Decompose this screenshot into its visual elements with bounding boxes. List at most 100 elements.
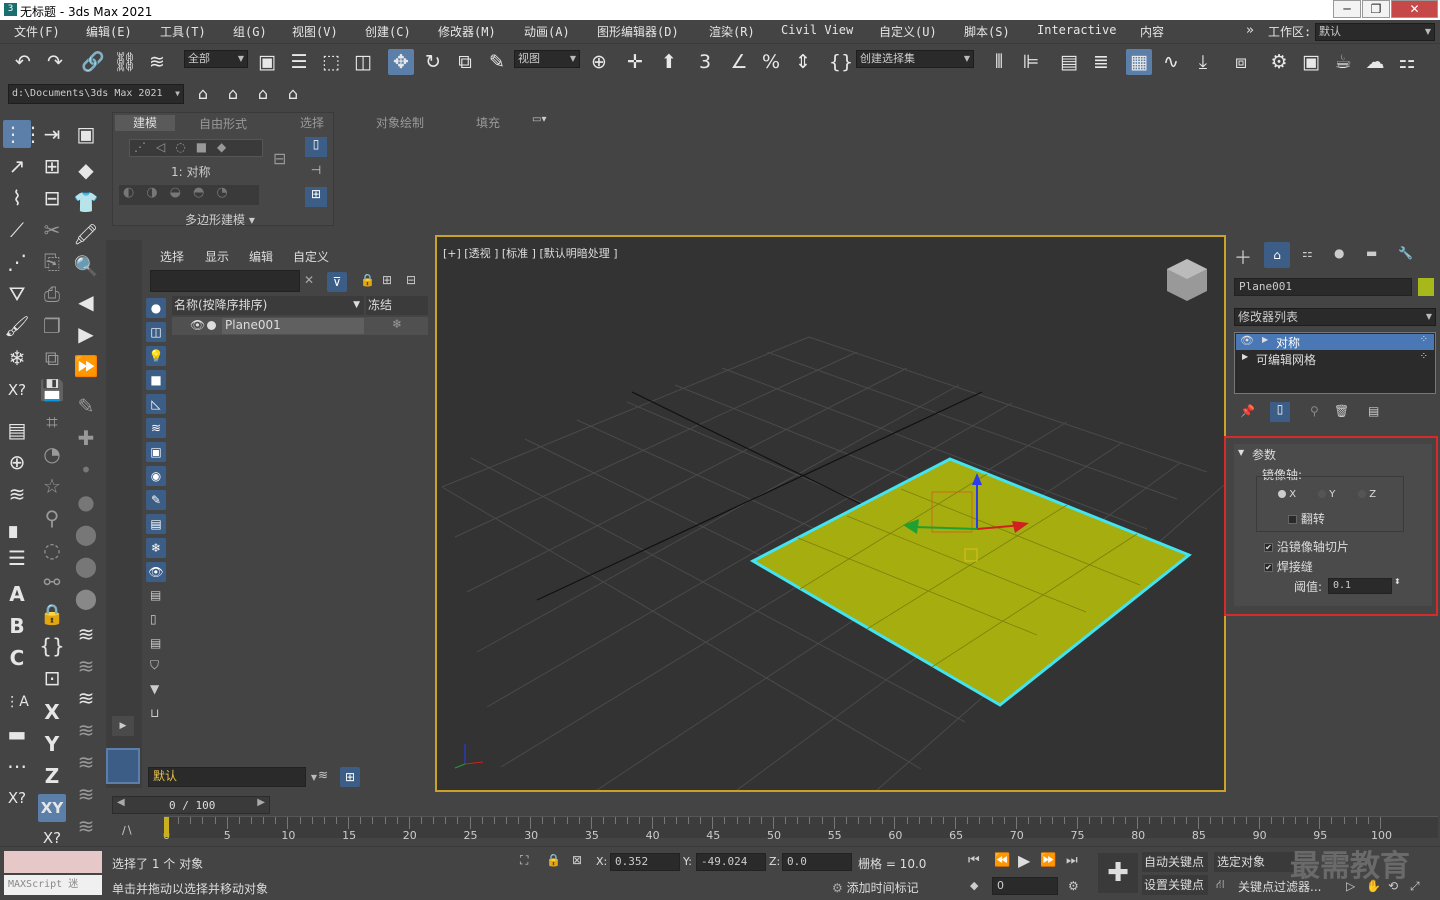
project-folder-icon[interactable]: ⌂ bbox=[190, 81, 216, 107]
select-and-place-icon[interactable]: ✎ bbox=[484, 49, 510, 75]
snowflake-icon[interactable]: ❄ bbox=[3, 344, 31, 372]
explorer-menu-select[interactable]: 选择 bbox=[160, 248, 184, 265]
go-to-start-icon[interactable]: ⏮ bbox=[968, 853, 980, 868]
copy-icon[interactable]: ⎘ bbox=[38, 248, 66, 276]
dotted-line-icon[interactable]: ⋯ bbox=[3, 752, 31, 780]
filter-bones-icon[interactable]: ✎ bbox=[146, 490, 166, 510]
rendered-frame-window-icon[interactable]: ▣ bbox=[1298, 49, 1324, 75]
plus-icon[interactable]: ✚ bbox=[72, 424, 100, 452]
connect-icon[interactable]: ⚯ bbox=[38, 568, 66, 596]
modify-tab-icon[interactable]: ⌂ bbox=[1264, 242, 1290, 268]
ribbon-tab-freeform[interactable]: 自由形式 bbox=[199, 115, 247, 132]
create-project-icon[interactable]: ⌂ bbox=[220, 81, 246, 107]
polygon-select-icon[interactable]: ⛛ bbox=[3, 280, 31, 308]
edge-select-icon[interactable]: ⟋ bbox=[3, 216, 31, 244]
menu-file[interactable]: 文件(F) bbox=[14, 23, 60, 40]
redo-icon[interactable]: ↷ bbox=[42, 49, 68, 75]
import-icon[interactable]: ⇥ bbox=[38, 120, 66, 148]
curve-editor-toggle-icon[interactable]: ∕∖ bbox=[122, 824, 133, 837]
filter-geometry-icon[interactable]: ● bbox=[146, 298, 166, 318]
stack-copy-icon[interactable]: ≋ bbox=[72, 780, 100, 808]
collapse-arrow-icon[interactable]: ▼ bbox=[1238, 448, 1244, 457]
snaps-toggle-icon[interactable]: 3 bbox=[692, 49, 718, 75]
render-cloud-icon[interactable]: ☁ bbox=[1362, 49, 1388, 75]
params-title[interactable]: 参数 bbox=[1252, 446, 1276, 463]
menu-interactive[interactable]: Interactive bbox=[1037, 23, 1116, 37]
axis-x-icon[interactable]: X bbox=[38, 698, 66, 726]
time-slider-prev-icon[interactable]: ◀ bbox=[117, 797, 125, 808]
paint-select-icon[interactable]: ↗ bbox=[3, 152, 31, 180]
layer-dropdown[interactable]: 默认 ▼ bbox=[148, 767, 317, 787]
menu-animation[interactable]: 动画(A) bbox=[524, 23, 570, 40]
pivot-center-icon[interactable]: ⊕ bbox=[586, 49, 612, 75]
orbit-icon[interactable]: ⟲ bbox=[1388, 879, 1398, 893]
display-tab-icon[interactable]: ▬ bbox=[1366, 246, 1377, 260]
select-icon[interactable]: ⋮⋮ bbox=[3, 120, 43, 148]
toggle-ribbon-icon[interactable]: ▦ bbox=[1126, 49, 1152, 75]
column-freeze-header[interactable]: 冻结 bbox=[366, 296, 428, 315]
modifier-options-icon[interactable]: ⁘ bbox=[1420, 351, 1428, 362]
stack-paste-icon[interactable]: ≋ bbox=[72, 812, 100, 840]
circle-large-icon[interactable]: ⬤ bbox=[72, 552, 100, 580]
auto-key-button[interactable]: 自动关键点 bbox=[1142, 852, 1208, 872]
render-explorer-icon[interactable]: ⚏ bbox=[1394, 49, 1420, 75]
menu-tools[interactable]: 工具(T) bbox=[160, 23, 206, 40]
hierarchy-tab-icon[interactable]: ⚏ bbox=[1302, 246, 1313, 260]
link-icon[interactable]: 🔗 bbox=[80, 49, 106, 75]
ribbon-panel-label[interactable]: 多边形建模 ▾ bbox=[185, 211, 255, 228]
filter-cameras-icon[interactable]: ■ bbox=[146, 370, 166, 390]
menu-group[interactable]: 组(G) bbox=[233, 23, 267, 40]
menu-graph-editors[interactable]: 图形编辑器(D) bbox=[597, 23, 679, 40]
create-tab-icon[interactable]: ＋ bbox=[1234, 244, 1252, 270]
expand-chevron-icon[interactable]: » bbox=[1246, 23, 1254, 38]
flip-checkbox[interactable]: 翻转 bbox=[1288, 510, 1325, 527]
window-crossing-icon[interactable]: ◫ bbox=[350, 49, 376, 75]
disc-icon[interactable]: ⬤ bbox=[72, 584, 100, 612]
filter-shapes-icon[interactable]: ◫ bbox=[146, 322, 166, 342]
unlink-icon[interactable]: ⛓ bbox=[112, 49, 138, 75]
next-frame-icon[interactable]: ⏩ bbox=[72, 352, 100, 380]
text-b-icon[interactable]: B bbox=[3, 612, 31, 640]
visibility-eye-icon[interactable]: 👁 bbox=[1240, 334, 1254, 347]
add-time-tag[interactable]: ⚙ 添加时间标记 bbox=[832, 879, 919, 896]
ribbon-tab-object-paint[interactable]: 对象绘制 bbox=[376, 114, 424, 131]
filter-containers-icon[interactable]: ▤ bbox=[146, 514, 166, 534]
ribbon-tab-modeling[interactable]: 建模 bbox=[115, 115, 175, 131]
slice-checkbox[interactable]: ✔ 沿镜像轴切片 bbox=[1264, 538, 1349, 555]
ribbon-grid-icon[interactable]: ⊞ bbox=[305, 187, 327, 207]
clear-search-icon[interactable]: ✕ bbox=[304, 273, 314, 287]
display-all-icon[interactable]: ▤ bbox=[150, 588, 161, 602]
keyboard-shortcut-override-icon[interactable]: ⬆ bbox=[656, 49, 682, 75]
stack-item-editable-mesh[interactable]: ▶ 可编辑网格 ⁘ bbox=[1236, 351, 1434, 367]
layer-stack-toggle-icon[interactable]: ≋ bbox=[318, 768, 328, 782]
weld-checkbox[interactable]: ✔ 焊接缝 bbox=[1264, 558, 1313, 575]
group-icon[interactable]: ⌗ bbox=[38, 408, 66, 436]
filter-lights-icon[interactable]: 💡 bbox=[146, 346, 166, 366]
axis-x-radio[interactable]: X bbox=[1278, 489, 1296, 500]
pin-stack-icon[interactable]: 📌 bbox=[1240, 404, 1255, 418]
bracket-icon[interactable]: ⊔ bbox=[150, 706, 159, 720]
shirt-icon[interactable]: 👕 bbox=[72, 188, 100, 216]
menu-scripting[interactable]: 脚本(S) bbox=[964, 23, 1010, 40]
duplicate-icon[interactable]: ❐ bbox=[38, 312, 66, 340]
stack-lock-icon[interactable]: ≋ bbox=[72, 716, 100, 744]
menu-modifiers[interactable]: 修改器(M) bbox=[438, 23, 496, 40]
xform-toggle-bottom-icon[interactable]: X? bbox=[3, 784, 31, 812]
scene-icon[interactable]: ▣ bbox=[72, 120, 100, 148]
display-none-icon[interactable]: ▯ bbox=[150, 612, 157, 626]
paste-icon[interactable]: ⎙ bbox=[38, 280, 66, 308]
explorer-menu-edit[interactable]: 编辑 bbox=[249, 248, 273, 265]
workspace-dropdown[interactable]: 默认 ▼ bbox=[1315, 23, 1435, 41]
menu-create[interactable]: 创建(C) bbox=[365, 23, 411, 40]
insert-row-icon[interactable]: ⊞ bbox=[38, 152, 66, 180]
dot-small-icon[interactable]: • bbox=[72, 456, 100, 484]
show-end-result-icon[interactable]: ▯ bbox=[1270, 402, 1290, 422]
time-slider-next-icon[interactable]: ▶ bbox=[257, 797, 265, 808]
maximize-viewport-icon[interactable]: ⤢ bbox=[1410, 879, 1420, 894]
maxscript-input[interactable]: MAXScript 迷 bbox=[4, 875, 102, 895]
schematic-view-icon[interactable]: ⧈ bbox=[1228, 49, 1254, 75]
add-layer-icon[interactable]: ⊕ bbox=[3, 448, 31, 476]
object-name-cell[interactable]: Plane001 bbox=[222, 318, 364, 334]
hierarchy-icon[interactable]: ⊞ bbox=[382, 273, 392, 287]
play-animation-icon[interactable]: ▶ bbox=[1018, 851, 1030, 870]
